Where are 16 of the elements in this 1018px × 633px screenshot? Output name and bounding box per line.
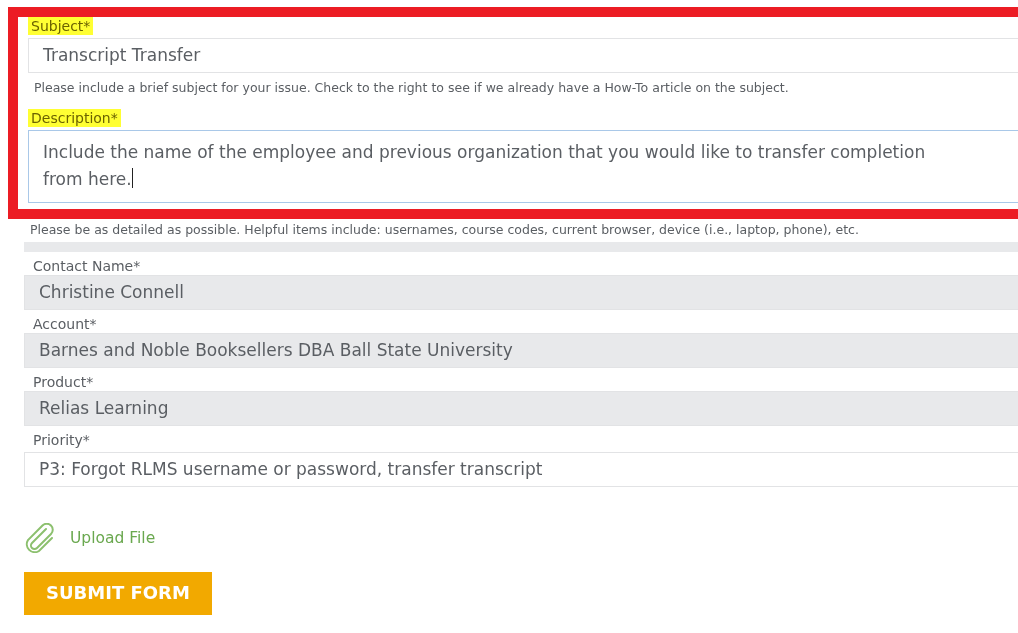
help-text: Please be as detailed as possible. Helpful items include: usernames, course codes, current browser, device (i.e., laptop, phone), etc. xyxy=(30,221,859,239)
upload-file-link[interactable]: Upload File xyxy=(24,523,156,553)
help-text: Please include a brief subject for your issue. Check to the right to see if we already have a How-To article on the subject. xyxy=(34,79,789,97)
text-area[interactable]: Include the name of the employee and previous organization that you would like to transfer completion from here. xyxy=(28,130,1018,203)
input-field[interactable]: Barnes and Noble Booksellers DBA Ball State University xyxy=(24,333,1018,368)
field-label: Product* xyxy=(32,373,95,391)
field-label: Account* xyxy=(32,315,98,333)
select-field[interactable]: P3: Forgot RLMS username or password, transfer transcript xyxy=(24,452,1018,487)
field-label: Priority* xyxy=(32,431,91,449)
input-field[interactable]: Relias Learning xyxy=(24,391,1018,426)
field-label: Subject* xyxy=(28,17,94,35)
paperclip-icon xyxy=(24,523,56,553)
field-label: Description* xyxy=(28,109,121,127)
field-label: Contact Name* xyxy=(32,257,142,275)
input-field[interactable]: Transcript Transfer xyxy=(28,38,1018,73)
input-field[interactable]: Christine Connell xyxy=(24,275,1018,310)
